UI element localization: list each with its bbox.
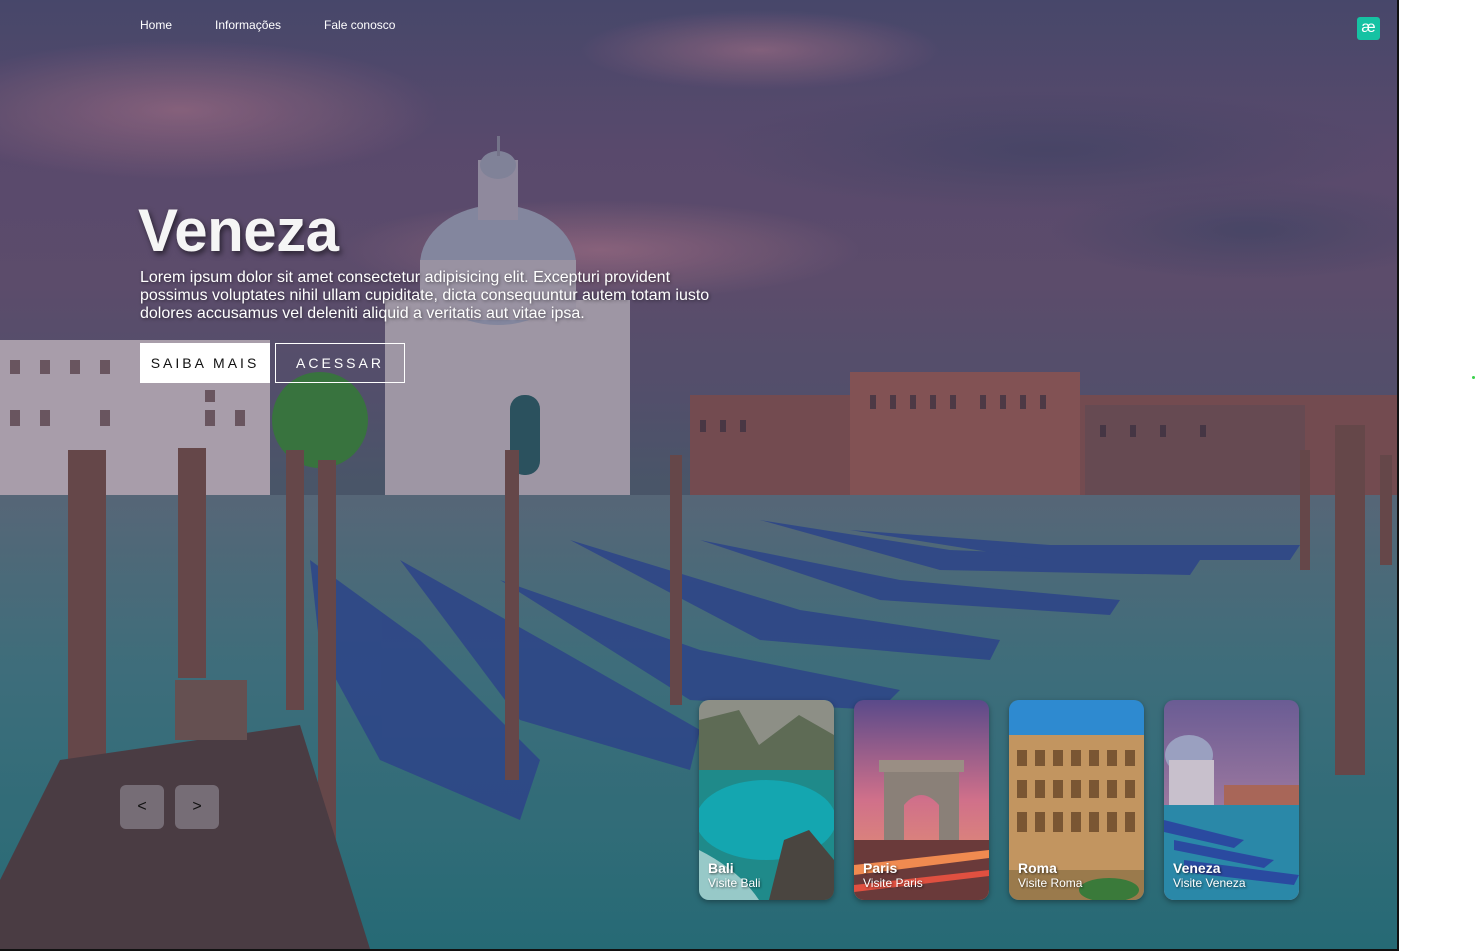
card-title: Veneza — [1173, 860, 1221, 876]
card-subtitle: Visite Roma — [1018, 876, 1083, 890]
access-button[interactable]: ACESSAR — [275, 343, 405, 383]
nav-info[interactable]: Informações — [215, 18, 281, 32]
hero-section: Home Informações Fale conosco æ Veneza L… — [0, 0, 1399, 951]
nav-home[interactable]: Home — [140, 18, 172, 32]
destination-card-veneza[interactable]: Veneza Visite Veneza — [1164, 700, 1299, 900]
prev-slide-button[interactable]: < — [120, 785, 164, 829]
hero-description: Lorem ipsum dolor sit amet consectetur a… — [140, 269, 710, 322]
main-nav: Home Informações Fale conosco — [140, 18, 395, 32]
brand-logo[interactable]: æ — [1357, 17, 1380, 40]
next-slide-button[interactable]: > — [175, 785, 219, 829]
destination-card-roma[interactable]: Roma Visite Roma — [1009, 700, 1144, 900]
card-title: Bali — [708, 860, 734, 876]
card-title: Paris — [863, 860, 898, 876]
card-subtitle: Visite Paris — [863, 876, 923, 890]
hero-title: Veneza — [138, 197, 339, 264]
card-subtitle: Visite Veneza — [1173, 876, 1246, 890]
card-subtitle: Visite Bali — [708, 876, 761, 890]
card-title: Roma — [1018, 860, 1057, 876]
green-dot — [1472, 376, 1475, 379]
nav-contact[interactable]: Fale conosco — [324, 18, 395, 32]
learn-more-button[interactable]: SAIBA MAIS — [140, 343, 270, 383]
destination-card-bali[interactable]: Bali Visite Bali — [699, 700, 834, 900]
destination-card-paris[interactable]: Paris Visite Paris — [854, 700, 989, 900]
